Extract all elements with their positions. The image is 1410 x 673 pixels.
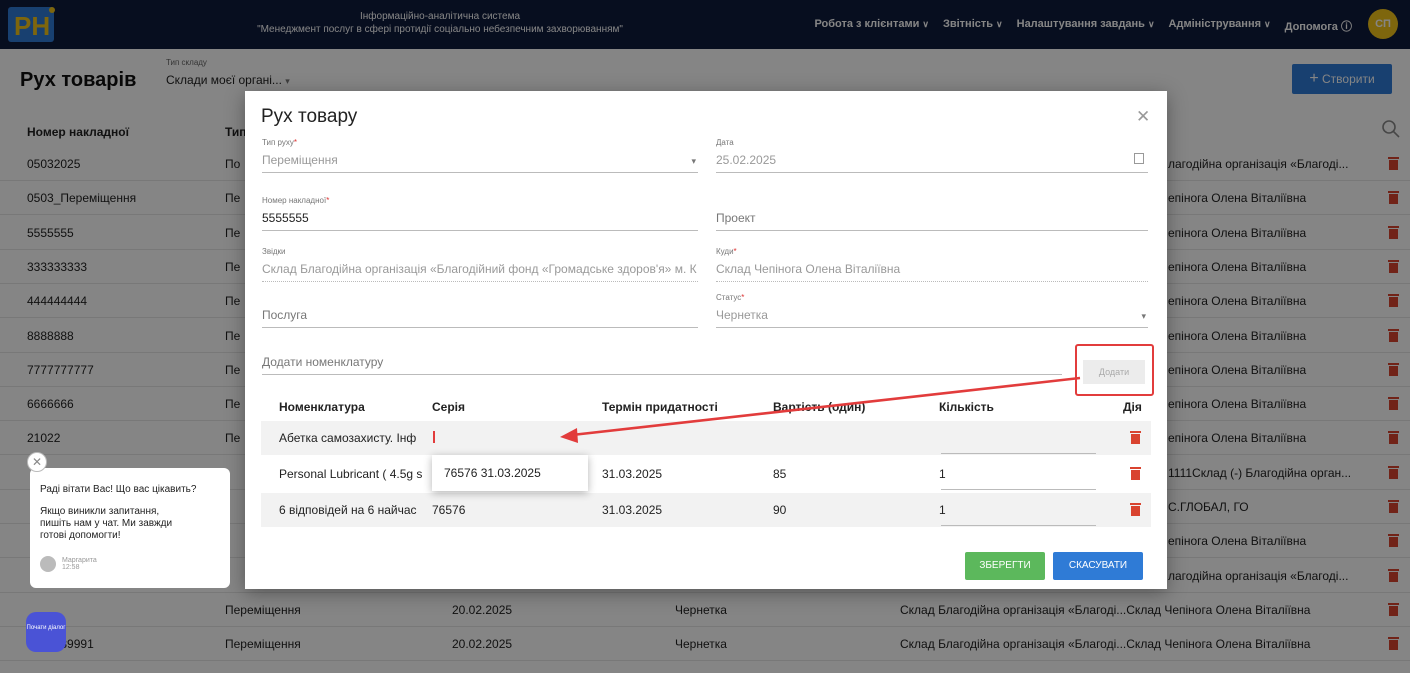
item-quantity[interactable]: 1 — [939, 503, 946, 517]
items-header-series: Серія — [432, 400, 466, 414]
from-field: Звідки Склад Благодійна організація «Бла… — [262, 247, 698, 282]
date-label: Дата — [716, 138, 734, 147]
status-value: Чернетка — [716, 304, 1148, 328]
movement-modal: Рух товару ✕ Тип руху* Переміщення ▾ Дат… — [245, 91, 1167, 589]
chat-message: Якщо виникли запитання, пишіть нам у чат… — [40, 506, 173, 541]
item-row: 6 відповідей на 6 найчас 76576 31.03.2025 9… — [261, 493, 1151, 527]
trash-icon[interactable] — [1130, 466, 1141, 480]
agent-name: Маргарита — [61, 557, 97, 564]
project-field[interactable]: Проект — [716, 207, 1148, 231]
trash-icon[interactable] — [1130, 502, 1141, 516]
status-label: Статус — [716, 293, 742, 302]
close-icon[interactable]: ✕ — [1136, 107, 1150, 127]
chat-greeting: Раді вітати Вас! Що вас цікавить? — [40, 484, 197, 495]
move-type-value: Переміщення — [262, 149, 698, 173]
items-header-nomenclature: Номенклатура — [279, 400, 365, 414]
move-type-field[interactable]: Тип руху* Переміщення ▾ — [262, 138, 698, 173]
project-placeholder: Проект — [716, 207, 1148, 231]
item-price: 85 — [773, 467, 787, 481]
item-row: Абетка самозахисту. Інф — [261, 421, 1151, 455]
date-value: 25.02.2025 — [716, 149, 1148, 173]
items-table-header: Номенклатура Серія Термін придатності Ва… — [261, 393, 1151, 419]
chat-start-button[interactable]: Почати діалог — [26, 612, 66, 652]
item-expiry: 31.03.2025 — [602, 503, 663, 517]
date-field[interactable]: Дата 25.02.2025 — [716, 138, 1148, 173]
item-name: 6 відповідей на 6 найчас — [279, 503, 417, 517]
agent-avatar — [40, 556, 56, 572]
add-nomenclature-placeholder: Додати номенклатуру — [262, 351, 1062, 375]
invoice-value: 5555555 — [262, 207, 698, 231]
invoice-number-field[interactable]: Номер накладної* 5555555 — [262, 196, 698, 231]
from-label: Звідки — [262, 247, 286, 256]
add-nomenclature-field[interactable]: Додати номенклатуру — [262, 351, 1062, 375]
chat-popup: Раді вітати Вас! Що вас цікавить? Якщо в… — [30, 468, 230, 588]
quantity-input-underline[interactable] — [941, 525, 1096, 526]
annotation-highlight-box — [1075, 344, 1154, 396]
item-quantity[interactable]: 1 — [939, 467, 946, 481]
item-row: Personal Lubricant ( 4.5g s 31.03.2025 85 1 — [261, 457, 1151, 491]
trash-icon[interactable] — [1130, 430, 1141, 444]
item-expiry: 31.03.2025 — [602, 467, 663, 481]
quantity-input-underline[interactable] — [941, 453, 1096, 454]
item-name: Абетка самозахисту. Інф — [279, 431, 417, 445]
from-value: Склад Благодійна організація «Благодійни… — [262, 258, 698, 282]
service-field[interactable]: Послуга — [262, 304, 698, 328]
to-field: Куди* Склад Чепінога Олена Віталіївна — [716, 247, 1148, 282]
chat-agent: Маргарита 12:58 — [40, 556, 97, 572]
items-header-action: Дія — [1123, 400, 1142, 414]
series-dropdown-option[interactable]: 76576 31.03.2025 — [432, 455, 588, 491]
items-header-quantity: Кількість — [939, 400, 994, 414]
to-value: Склад Чепінога Олена Віталіївна — [716, 258, 1148, 282]
status-field[interactable]: Статус* Чернетка ▾ — [716, 293, 1148, 328]
quantity-input-underline[interactable] — [941, 489, 1096, 490]
item-name: Personal Lubricant ( 4.5g s — [279, 467, 423, 481]
agent-time: 12:58 — [61, 564, 80, 571]
item-series[interactable]: 76576 — [432, 503, 465, 517]
caret-down-icon: ▾ — [1141, 311, 1146, 321]
items-header-expiry: Термін придатності — [602, 400, 718, 414]
modal-title: Рух товару — [261, 106, 358, 127]
move-type-label: Тип руху — [262, 138, 294, 147]
calendar-icon[interactable] — [1134, 153, 1144, 164]
service-placeholder: Послуга — [262, 304, 698, 328]
text-cursor — [433, 431, 435, 443]
to-label: Куди — [716, 247, 734, 256]
item-price: 90 — [773, 503, 787, 517]
save-button[interactable]: ЗБЕРЕГТИ — [965, 552, 1045, 580]
items-header-price: Вартість (один) — [773, 400, 866, 414]
cancel-button[interactable]: СКАСУВАТИ — [1053, 552, 1143, 580]
chat-close-icon[interactable]: ✕ — [27, 452, 47, 472]
invoice-label: Номер накладної — [262, 196, 327, 205]
caret-down-icon: ▾ — [691, 156, 696, 166]
